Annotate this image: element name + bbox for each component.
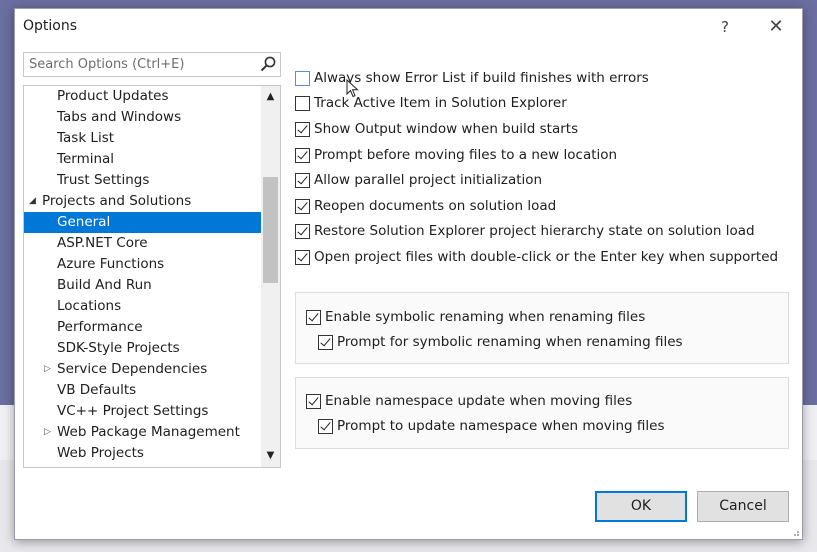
checkbox[interactable] (295, 250, 310, 265)
tree-item-label: Service Dependencies (57, 361, 208, 377)
checkbox[interactable] (318, 335, 333, 350)
option-label: Show Output window when build starts (314, 121, 579, 137)
symbolic-rename-group: Enable symbolic renaming when renaming f… (295, 292, 789, 364)
mouse-cursor-icon (346, 79, 359, 98)
search-box (23, 52, 281, 77)
tree-item[interactable]: VC++ Project Settings (24, 401, 262, 422)
cancel-button[interactable]: Cancel (697, 491, 789, 522)
tree-item-label: Task List (57, 130, 115, 146)
scroll-down-icon[interactable]: ▼ (261, 447, 280, 465)
option-label: Restore Solution Explorer project hierar… (314, 223, 755, 239)
tree-item-label: Trust Settings (57, 172, 150, 188)
tree-item-label: Locations (57, 298, 122, 314)
tree-item[interactable]: ▷ Service Dependencies (24, 359, 262, 380)
tree-item-label: VB Defaults (57, 382, 137, 398)
tree-item-label: Build And Run (57, 277, 152, 293)
tree-item-label: Web Package Management (57, 424, 240, 440)
dialog-title: Options (23, 18, 78, 34)
scroll-up-icon[interactable]: ▲ (261, 88, 280, 106)
option-label: Reopen documents on solution load (314, 198, 557, 214)
option-label: Open project files with double-click or … (314, 249, 779, 265)
option-label: Allow parallel project initialization (314, 172, 543, 188)
option-label: Enable symbolic renaming when renaming f… (325, 309, 646, 325)
tree-item[interactable]: Trust Settings (24, 170, 262, 191)
tree-item[interactable]: Web Projects (24, 443, 262, 464)
tree-item[interactable]: ASP.NET Core (24, 233, 262, 254)
collapsed-arrow-icon[interactable]: ▷ (44, 359, 54, 380)
options-dialog: Options ? ✕ Product Updates Tabs and Wind… (14, 8, 803, 540)
tree-item[interactable]: Terminal (24, 149, 262, 170)
option-label: Prompt for symbolic renaming when renami… (337, 334, 683, 350)
tree-item[interactable]: ▷ Web Package Management (24, 422, 262, 443)
tree-item[interactable]: VB Defaults (24, 380, 262, 401)
expanded-arrow-icon[interactable]: ◢ (29, 191, 39, 212)
tree-item[interactable]: SDK-Style Projects (24, 338, 262, 359)
help-button[interactable]: ? (713, 15, 737, 39)
tree-item-label: Projects and Solutions (42, 193, 192, 209)
checkbox[interactable] (295, 224, 310, 239)
search-input[interactable] (24, 53, 254, 76)
tree-item[interactable]: Locations (24, 296, 262, 317)
tree-item-label: Product Updates (57, 88, 169, 104)
checkbox[interactable] (295, 96, 310, 111)
tree-item-label: SDK-Style Projects (57, 340, 180, 356)
tree-item[interactable]: ◢ Projects and Solutions (24, 191, 262, 212)
ok-button[interactable]: OK (595, 491, 687, 522)
tree-item-label: VC++ Project Settings (57, 403, 209, 419)
search-icon[interactable] (259, 55, 277, 73)
option-label: Always show Error List if build finishes… (314, 70, 649, 86)
tree-item-label: General (57, 214, 111, 230)
tree-list: Product Updates Tabs and Windows Task List… (24, 86, 262, 464)
checkbox[interactable] (306, 310, 321, 325)
checkbox[interactable] (295, 71, 310, 86)
resize-grip-icon[interactable] (790, 527, 800, 537)
tree-item-label: Azure Functions (57, 256, 165, 272)
tree-item-label: Web Projects (57, 445, 144, 461)
title-bar: Options ? ✕ (15, 9, 802, 45)
checkbox[interactable] (295, 148, 310, 163)
namespace-update-group: Enable namespace update when moving file… (295, 377, 789, 449)
tree-item[interactable]: Azure Functions (24, 254, 262, 275)
tree-item[interactable]: Product Updates (24, 86, 262, 107)
option-label: Prompt to update namespace when moving f… (337, 418, 665, 434)
tree-scrollbar[interactable]: ▲ ▼ (261, 86, 280, 467)
checkbox[interactable] (306, 394, 321, 409)
tree-item[interactable]: Performance (24, 317, 262, 338)
tree-item-label: Performance (57, 319, 143, 335)
close-button[interactable]: ✕ (763, 15, 789, 39)
tree-item-label: Terminal (57, 151, 115, 167)
collapsed-arrow-icon[interactable]: ▷ (44, 422, 54, 443)
tree-item-label: ASP.NET Core (57, 235, 148, 251)
tree-item[interactable]: Task List (24, 128, 262, 149)
checkbox[interactable] (295, 122, 310, 137)
scroll-thumb[interactable] (263, 177, 278, 283)
checkbox[interactable] (318, 419, 333, 434)
tree-item-label: Tabs and Windows (57, 109, 182, 125)
tree-item[interactable]: General (24, 212, 262, 233)
tree-item[interactable]: Tabs and Windows (24, 107, 262, 128)
checkbox[interactable] (295, 199, 310, 214)
tree-item[interactable]: Build And Run (24, 275, 262, 296)
options-tree: Product Updates Tabs and Windows Task List… (23, 85, 281, 468)
checkbox[interactable] (295, 173, 310, 188)
option-label: Prompt before moving files to a new loca… (314, 147, 618, 163)
option-label: Enable namespace update when moving file… (325, 393, 633, 409)
